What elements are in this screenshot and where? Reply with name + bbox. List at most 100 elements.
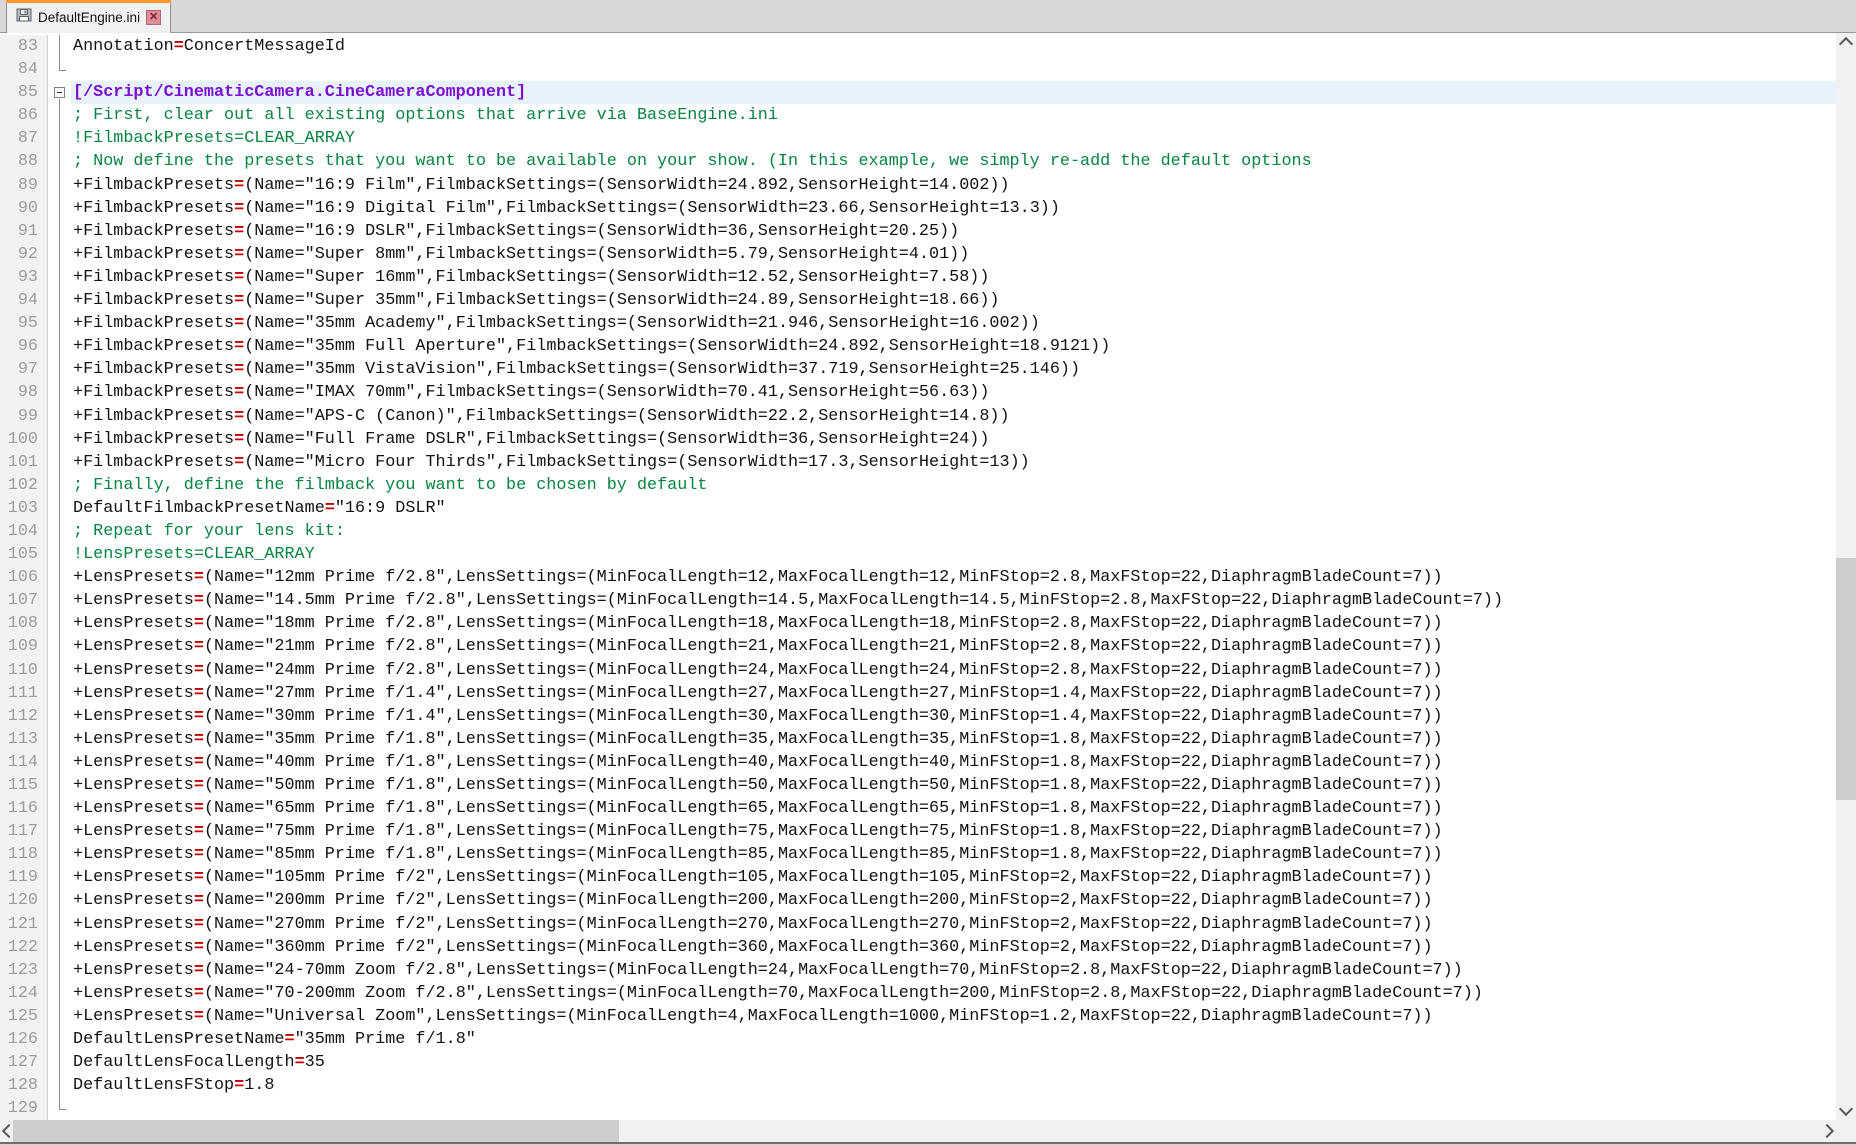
code-line[interactable]: 129 xyxy=(0,1097,1836,1120)
line-text[interactable]: +FilmbackPresets=(Name="IMAX 70mm",Filmb… xyxy=(71,381,1836,404)
code-line[interactable]: 122 +LensPresets=(Name="360mm Prime f/2",… xyxy=(0,935,1836,959)
line-text[interactable]: +LensPresets=(Name="24-70mm Zoom f/2.8",… xyxy=(71,959,1836,982)
line-text[interactable]: +FilmbackPresets=(Name="Micro Four Third… xyxy=(71,451,1836,474)
code-line[interactable]: 106 +LensPresets=(Name="12mm Prime f/2.8"… xyxy=(0,566,1836,590)
code-line[interactable]: 119 +LensPresets=(Name="105mm Prime f/2",… xyxy=(0,866,1836,890)
code-line[interactable]: 124 +LensPresets=(Name="70-200mm Zoom f/2… xyxy=(0,981,1836,1006)
code-line[interactable]: 87 !FilmbackPresets=CLEAR_ARRAY xyxy=(0,127,1836,151)
line-text[interactable]: +LensPresets=(Name="27mm Prime f/1.4",Le… xyxy=(71,682,1836,705)
code-line[interactable]: 83 Annotation=ConcertMessageId xyxy=(0,35,1836,59)
code-line[interactable]: 121 +LensPresets=(Name="270mm Prime f/2",… xyxy=(0,912,1836,936)
line-text[interactable]: +FilmbackPresets=(Name="Super 35mm",Film… xyxy=(71,289,1836,312)
line-text[interactable]: +FilmbackPresets=(Name="APS-C (Canon)",F… xyxy=(71,405,1836,428)
line-text[interactable]: +FilmbackPresets=(Name="16:9 DSLR",Filmb… xyxy=(71,220,1836,243)
scroll-down-icon[interactable] xyxy=(1838,1101,1854,1117)
code-line[interactable]: 96 +FilmbackPresets=(Name="35mm Full Aper… xyxy=(0,335,1836,359)
current-line-text[interactable]: [/Script/CinematicCamera.CineCameraCompo… xyxy=(71,81,1836,105)
code-line[interactable]: 116 +LensPresets=(Name="65mm Prime f/1.8"… xyxy=(0,797,1836,821)
line-text[interactable]: DefaultLensFocalLength=35 xyxy=(71,1051,1836,1074)
line-text[interactable]: ; Finally, define the filmback you want … xyxy=(71,474,1836,497)
line-text[interactable]: +LensPresets=(Name="105mm Prime f/2",Len… xyxy=(71,866,1836,889)
line-text[interactable]: +LensPresets=(Name="Universal Zoom",Lens… xyxy=(71,1005,1836,1028)
code-line[interactable]: 97 +FilmbackPresets=(Name="35mm VistaVisi… xyxy=(0,358,1836,382)
horizontal-scrollbar-thumb[interactable] xyxy=(13,1120,619,1142)
code-line[interactable]: 113 +LensPresets=(Name="35mm Prime f/1.8"… xyxy=(0,727,1836,752)
code-line[interactable]: 111 +LensPresets=(Name="27mm Prime f/1.4"… xyxy=(0,681,1836,705)
code-line[interactable]: 95 +FilmbackPresets=(Name="35mm Academy",… xyxy=(0,312,1836,336)
line-text[interactable] xyxy=(71,58,1836,81)
code-line[interactable]: 123 +LensPresets=(Name="24-70mm Zoom f/2.… xyxy=(0,958,1836,982)
line-text[interactable]: +LensPresets=(Name="12mm Prime f/2.8",Le… xyxy=(71,566,1836,589)
code-line[interactable]: 86 ; First, clear out all existing option… xyxy=(0,104,1836,128)
line-text[interactable]: +LensPresets=(Name="24mm Prime f/2.8",Le… xyxy=(71,659,1836,682)
line-text[interactable]: Annotation=ConcertMessageId xyxy=(71,35,1836,58)
code-line[interactable]: 91 +FilmbackPresets=(Name="16:9 DSLR",Fil… xyxy=(0,219,1836,243)
code-line[interactable]: 85 [/Script/CinematicCamera.CineCameraCom… xyxy=(0,81,1836,105)
line-text[interactable]: +LensPresets=(Name="270mm Prime f/2",Len… xyxy=(71,913,1836,936)
line-text[interactable]: +LensPresets=(Name="30mm Prime f/1.4",Le… xyxy=(71,705,1836,728)
code-line[interactable]: 117 +LensPresets=(Name="75mm Prime f/1.8"… xyxy=(0,820,1836,844)
code-line[interactable]: 118 +LensPresets=(Name="85mm Prime f/1.8"… xyxy=(0,843,1836,867)
code-line[interactable]: 94 +FilmbackPresets=(Name="Super 35mm",Fi… xyxy=(0,289,1836,313)
code-editor[interactable]: 83 Annotation=ConcertMessageId 84 85 [/Scrip… xyxy=(0,33,1836,1120)
code-line[interactable]: 112 +LensPresets=(Name="30mm Prime f/1.4"… xyxy=(0,704,1836,728)
line-text[interactable]: +LensPresets=(Name="21mm Prime f/2.8",Le… xyxy=(71,635,1836,658)
line-text[interactable]: +FilmbackPresets=(Name="35mm Full Apertu… xyxy=(71,335,1836,358)
line-text[interactable]: +LensPresets=(Name="35mm Prime f/1.8",Le… xyxy=(71,728,1836,751)
scroll-up-icon[interactable] xyxy=(1838,36,1854,52)
line-text[interactable]: +FilmbackPresets=(Name="Full Frame DSLR"… xyxy=(71,428,1836,451)
code-line[interactable]: 120 +LensPresets=(Name="200mm Prime f/2",… xyxy=(0,889,1836,913)
line-text[interactable]: ; Now define the presets that you want t… xyxy=(71,150,1836,173)
line-text[interactable]: +LensPresets=(Name="18mm Prime f/2.8",Le… xyxy=(71,612,1836,635)
code-line[interactable]: 103 DefaultFilmbackPresetName="16:9 DSLR" xyxy=(0,496,1836,521)
line-text[interactable]: ; Repeat for your lens kit: xyxy=(71,520,1836,543)
vertical-scrollbar-thumb[interactable] xyxy=(1836,558,1856,800)
line-text[interactable]: +LensPresets=(Name="200mm Prime f/2",Len… xyxy=(71,889,1836,912)
code-line[interactable]: 93 +FilmbackPresets=(Name="Super 16mm",Fi… xyxy=(0,265,1836,290)
line-text[interactable] xyxy=(71,1097,1836,1120)
scroll-right-icon[interactable] xyxy=(1819,1123,1835,1139)
code-line[interactable]: 92 +FilmbackPresets=(Name="Super 8mm",Fil… xyxy=(0,242,1836,267)
line-text[interactable]: +LensPresets=(Name="70-200mm Zoom f/2.8"… xyxy=(71,982,1836,1005)
code-line[interactable]: 126 DefaultLensPresetName="35mm Prime f/1… xyxy=(0,1028,1836,1052)
horizontal-scrollbar[interactable] xyxy=(0,1120,1836,1142)
line-text[interactable]: +LensPresets=(Name="360mm Prime f/2",Len… xyxy=(71,936,1836,959)
fold-collapse-button[interactable] xyxy=(48,81,71,105)
code-line[interactable]: 104 ; Repeat for your lens kit: xyxy=(0,519,1836,544)
tab-close-icon[interactable]: ✕ xyxy=(146,10,162,25)
code-line[interactable]: 88 ; Now define the presets that you want… xyxy=(0,150,1836,174)
line-text[interactable]: +LensPresets=(Name="65mm Prime f/1.8",Le… xyxy=(71,797,1836,820)
line-text[interactable]: +FilmbackPresets=(Name="35mm Academy",Fi… xyxy=(71,312,1836,335)
code-line[interactable]: 101 +FilmbackPresets=(Name="Micro Four Th… xyxy=(0,450,1836,474)
line-text[interactable]: ; First, clear out all existing options … xyxy=(71,104,1836,127)
line-text[interactable]: !LensPresets=CLEAR_ARRAY xyxy=(71,543,1836,566)
code-line[interactable]: 90 +FilmbackPresets=(Name="16:9 Digital F… xyxy=(0,196,1836,220)
code-line[interactable]: 99 +FilmbackPresets=(Name="APS-C (Canon)"… xyxy=(0,404,1836,428)
code-line[interactable]: 84 xyxy=(0,58,1836,82)
code-line[interactable]: 100 +FilmbackPresets=(Name="Full Frame DS… xyxy=(0,427,1836,451)
line-text[interactable]: DefaultLensFStop=1.8 xyxy=(71,1074,1836,1097)
code-line[interactable]: 115 +LensPresets=(Name="50mm Prime f/1.8"… xyxy=(0,774,1836,798)
line-text[interactable]: +FilmbackPresets=(Name="16:9 Film",Filmb… xyxy=(71,174,1836,197)
tab-defaultengine-ini[interactable]: DefaultEngine.ini ✕ xyxy=(6,0,172,33)
code-line[interactable]: 89 +FilmbackPresets=(Name="16:9 Film",Fil… xyxy=(0,173,1836,197)
code-line[interactable]: 128 DefaultLensFStop=1.8 xyxy=(0,1074,1836,1098)
line-text[interactable]: +FilmbackPresets=(Name="35mm VistaVision… xyxy=(71,358,1836,381)
line-text[interactable]: +LensPresets=(Name="14.5mm Prime f/2.8",… xyxy=(71,589,1836,612)
code-line[interactable]: 108 +LensPresets=(Name="18mm Prime f/2.8"… xyxy=(0,612,1836,636)
line-text[interactable]: DefaultLensPresetName="35mm Prime f/1.8" xyxy=(71,1028,1836,1051)
code-line[interactable]: 105 !LensPresets=CLEAR_ARRAY xyxy=(0,543,1836,567)
code-line[interactable]: 114 +LensPresets=(Name="40mm Prime f/1.8"… xyxy=(0,750,1836,775)
line-text[interactable]: +FilmbackPresets=(Name="Super 8mm",Filmb… xyxy=(71,243,1836,266)
line-text[interactable]: +FilmbackPresets=(Name="Super 16mm",Film… xyxy=(71,266,1836,289)
line-text[interactable]: DefaultFilmbackPresetName="16:9 DSLR" xyxy=(71,497,1836,520)
code-line[interactable]: 107 +LensPresets=(Name="14.5mm Prime f/2.… xyxy=(0,589,1836,613)
line-text[interactable]: +LensPresets=(Name="50mm Prime f/1.8",Le… xyxy=(71,774,1836,797)
vertical-scrollbar[interactable] xyxy=(1836,33,1856,1120)
code-line[interactable]: 125 +LensPresets=(Name="Universal Zoom",L… xyxy=(0,1004,1836,1029)
line-text[interactable]: !FilmbackPresets=CLEAR_ARRAY xyxy=(71,127,1836,150)
line-text[interactable]: +LensPresets=(Name="75mm Prime f/1.8",Le… xyxy=(71,820,1836,843)
code-line[interactable]: 110 +LensPresets=(Name="24mm Prime f/2.8"… xyxy=(0,658,1836,682)
code-line[interactable]: 102 ; Finally, define the filmback you wa… xyxy=(0,473,1836,497)
code-line[interactable]: 109 +LensPresets=(Name="21mm Prime f/2.8"… xyxy=(0,635,1836,659)
